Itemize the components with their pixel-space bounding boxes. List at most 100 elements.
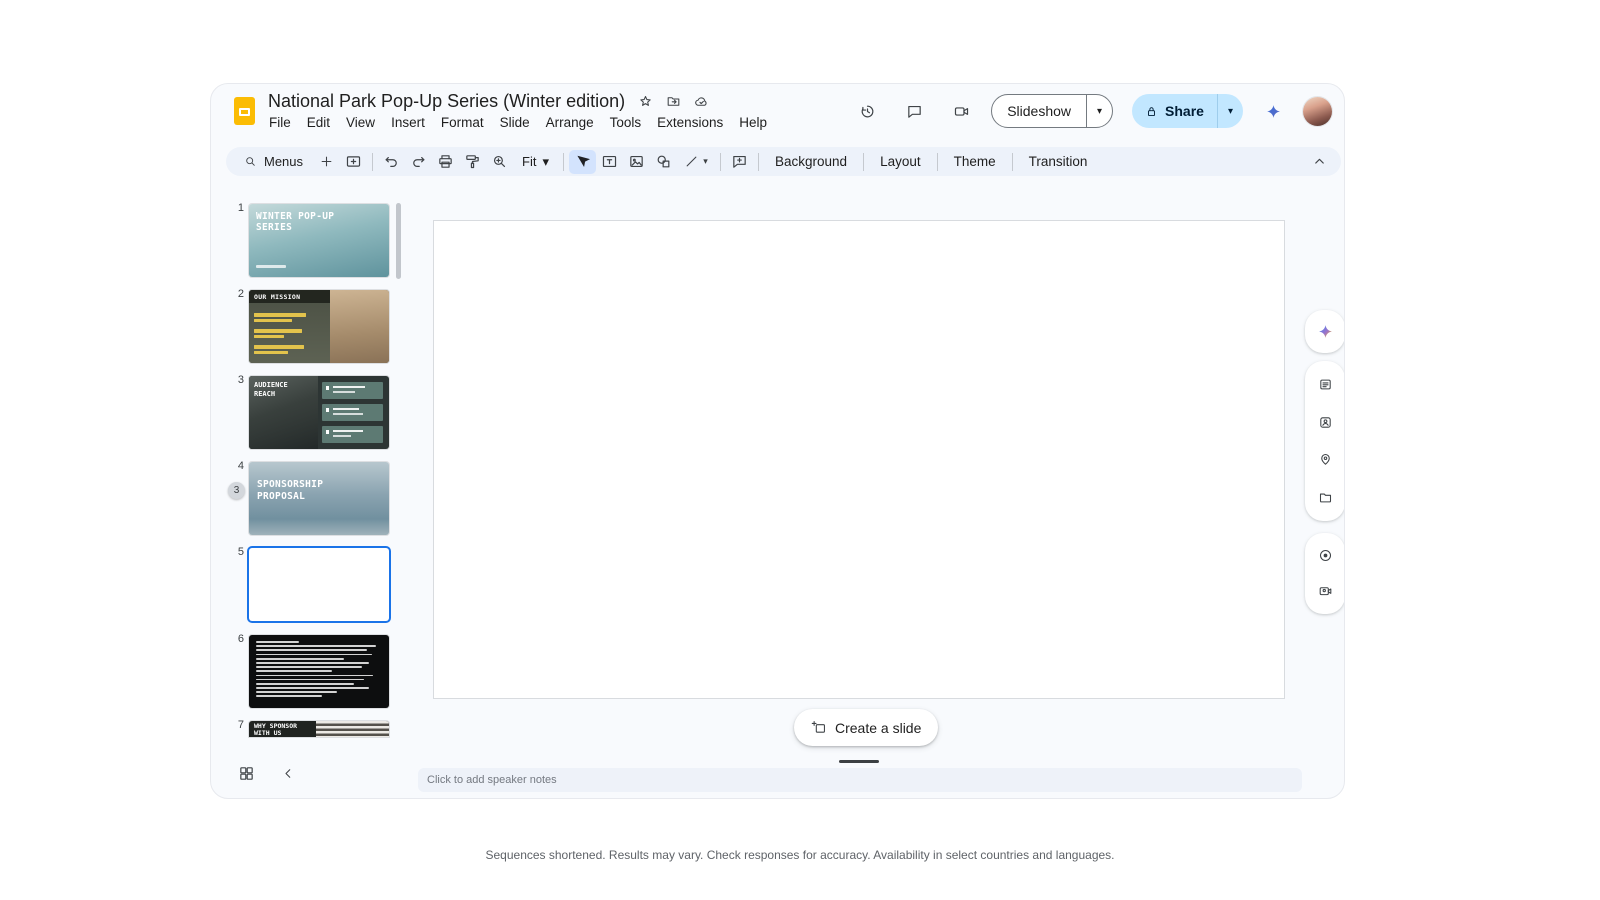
gemini-sparkle-icon — [1318, 325, 1332, 338]
menu-tools[interactable]: Tools — [602, 113, 650, 132]
add-comment-icon — [733, 155, 746, 168]
menu-insert[interactable]: Insert — [383, 113, 433, 132]
notes-resize-handle[interactable] — [839, 760, 879, 763]
chevron-down-icon: ▾ — [1227, 105, 1233, 117]
menu-extensions[interactable]: Extensions — [649, 113, 731, 132]
document-title[interactable]: National Park Pop-Up Series (Winter edit… — [268, 91, 625, 112]
slide-thumbnail-2[interactable]: OUR MISSION — [249, 290, 389, 363]
shape-icon — [657, 155, 670, 168]
slide-thumbnail-7[interactable]: WHY SPONSOR WITH US — [249, 721, 389, 737]
image-tool-button[interactable] — [623, 150, 650, 174]
cursor-icon — [577, 155, 591, 168]
new-slide-plus-button[interactable] — [313, 150, 340, 174]
grid-view-button[interactable] — [233, 760, 259, 786]
move-folder-icon[interactable] — [666, 94, 681, 109]
notes-card-panel-button[interactable] — [1311, 371, 1339, 399]
menu-edit[interactable]: Edit — [299, 113, 338, 132]
paint-format-button[interactable] — [459, 150, 486, 174]
gemini-rail-button[interactable] — [1305, 310, 1344, 353]
redo-button[interactable] — [405, 150, 432, 174]
slide-number: 3 — [237, 374, 244, 386]
textbox-icon — [602, 155, 617, 168]
cloud-status-icon[interactable] — [694, 94, 709, 109]
slide-row-1: 1 WINTER POP-UP SERIES — [211, 202, 406, 277]
menu-file[interactable]: File — [261, 113, 299, 132]
chevron-down-icon: ▾ — [1097, 105, 1103, 117]
theme-button[interactable]: Theme — [943, 151, 1007, 172]
record-icon — [1319, 549, 1331, 561]
version-history-button[interactable] — [850, 94, 884, 128]
toolbar-separator — [372, 152, 374, 171]
collapse-toolbar-button[interactable] — [1306, 150, 1333, 174]
comments-button[interactable] — [897, 94, 931, 128]
chevron-down-icon: ▾ — [542, 154, 550, 169]
slide-thumbnail-1[interactable]: WINTER POP-UP SERIES — [249, 204, 389, 277]
menu-arrange[interactable]: Arrange — [538, 113, 602, 132]
slide-thumbnail-6[interactable] — [249, 635, 389, 708]
select-tool-button[interactable] — [569, 149, 597, 174]
gemini-button[interactable] — [1256, 94, 1290, 128]
line-tool-button[interactable]: ▾ — [677, 150, 715, 174]
menus-search[interactable]: Menus — [234, 147, 313, 176]
speaker-notes-input[interactable]: Click to add speaker notes — [418, 768, 1302, 792]
slide-1-title: WINTER POP-UP SERIES — [256, 211, 335, 234]
chevron-up-icon — [1315, 158, 1324, 164]
insert-comment-button[interactable] — [726, 150, 753, 174]
line-icon — [686, 156, 697, 167]
maps-panel-button[interactable] — [1311, 446, 1339, 474]
share-label: Share — [1165, 103, 1204, 119]
contacts-panel-button[interactable] — [1311, 408, 1339, 436]
new-slide-layout-button[interactable] — [340, 150, 367, 174]
chevron-left-icon — [284, 768, 290, 778]
speaker-notes-placeholder: Click to add speaker notes — [427, 774, 557, 786]
slide-row-6: 6 — [211, 633, 406, 708]
slides-logo-icon[interactable] — [234, 97, 255, 125]
layout-button[interactable]: Layout — [869, 151, 932, 172]
zoom-select[interactable]: Fit ▾ — [513, 154, 558, 169]
slide-thumbnail-4[interactable]: SPONSORSHIP PROPOSAL — [249, 462, 389, 535]
history-icon — [861, 105, 874, 117]
star-icon[interactable] — [638, 94, 653, 109]
create-slide-icon — [811, 721, 825, 733]
account-avatar[interactable] — [1303, 96, 1332, 126]
filmstrip-scrollbar[interactable] — [396, 203, 401, 279]
share-button[interactable]: Share — [1132, 94, 1217, 128]
slide-canvas[interactable] — [433, 220, 1285, 699]
chevron-down-icon: ▾ — [703, 156, 708, 166]
undo-button[interactable] — [378, 150, 405, 174]
transition-button[interactable]: Transition — [1018, 151, 1099, 172]
shape-tool-button[interactable] — [650, 150, 677, 174]
create-slide-label: Create a slide — [835, 719, 922, 736]
slideshow-button[interactable]: Slideshow — [992, 95, 1086, 127]
slideshow-dropdown[interactable]: ▾ — [1086, 95, 1112, 127]
plus-icon — [321, 156, 332, 167]
menu-slide[interactable]: Slide — [492, 113, 538, 132]
print-icon — [439, 155, 452, 168]
record-button[interactable] — [1311, 541, 1339, 569]
share-button-group: Share ▾ — [1132, 94, 1243, 128]
slide-thumbnail-3[interactable]: AUDIENCE REACH — [249, 376, 389, 449]
slide-row-5: 5 — [211, 546, 406, 621]
print-button[interactable] — [432, 150, 459, 174]
slide-4-title: SPONSORSHIP PROPOSAL — [257, 479, 324, 503]
menu-help[interactable]: Help — [731, 113, 775, 132]
background-button[interactable]: Background — [764, 151, 858, 172]
grid-view-icon — [239, 766, 253, 780]
meet-button[interactable] — [944, 94, 978, 128]
video-clip-button[interactable] — [1311, 578, 1339, 606]
toolbar-separator — [758, 152, 760, 171]
slide-thumbnail-5-selected[interactable] — [249, 548, 389, 621]
slide-3-title: AUDIENCE REACH — [254, 381, 288, 399]
video-person-icon — [1319, 587, 1331, 596]
menu-format[interactable]: Format — [433, 113, 492, 132]
collapse-filmstrip-button[interactable] — [275, 760, 301, 786]
create-slide-button[interactable]: Create a slide — [794, 709, 939, 746]
zoom-button[interactable] — [486, 150, 513, 174]
share-dropdown[interactable]: ▾ — [1216, 94, 1243, 128]
side-panel-group — [1305, 361, 1344, 521]
menu-view[interactable]: View — [338, 113, 383, 132]
toolbar-separator — [563, 152, 565, 171]
slide-number: 2 — [237, 288, 244, 300]
textbox-tool-button[interactable] — [596, 150, 623, 174]
folder-panel-button[interactable] — [1311, 483, 1339, 511]
